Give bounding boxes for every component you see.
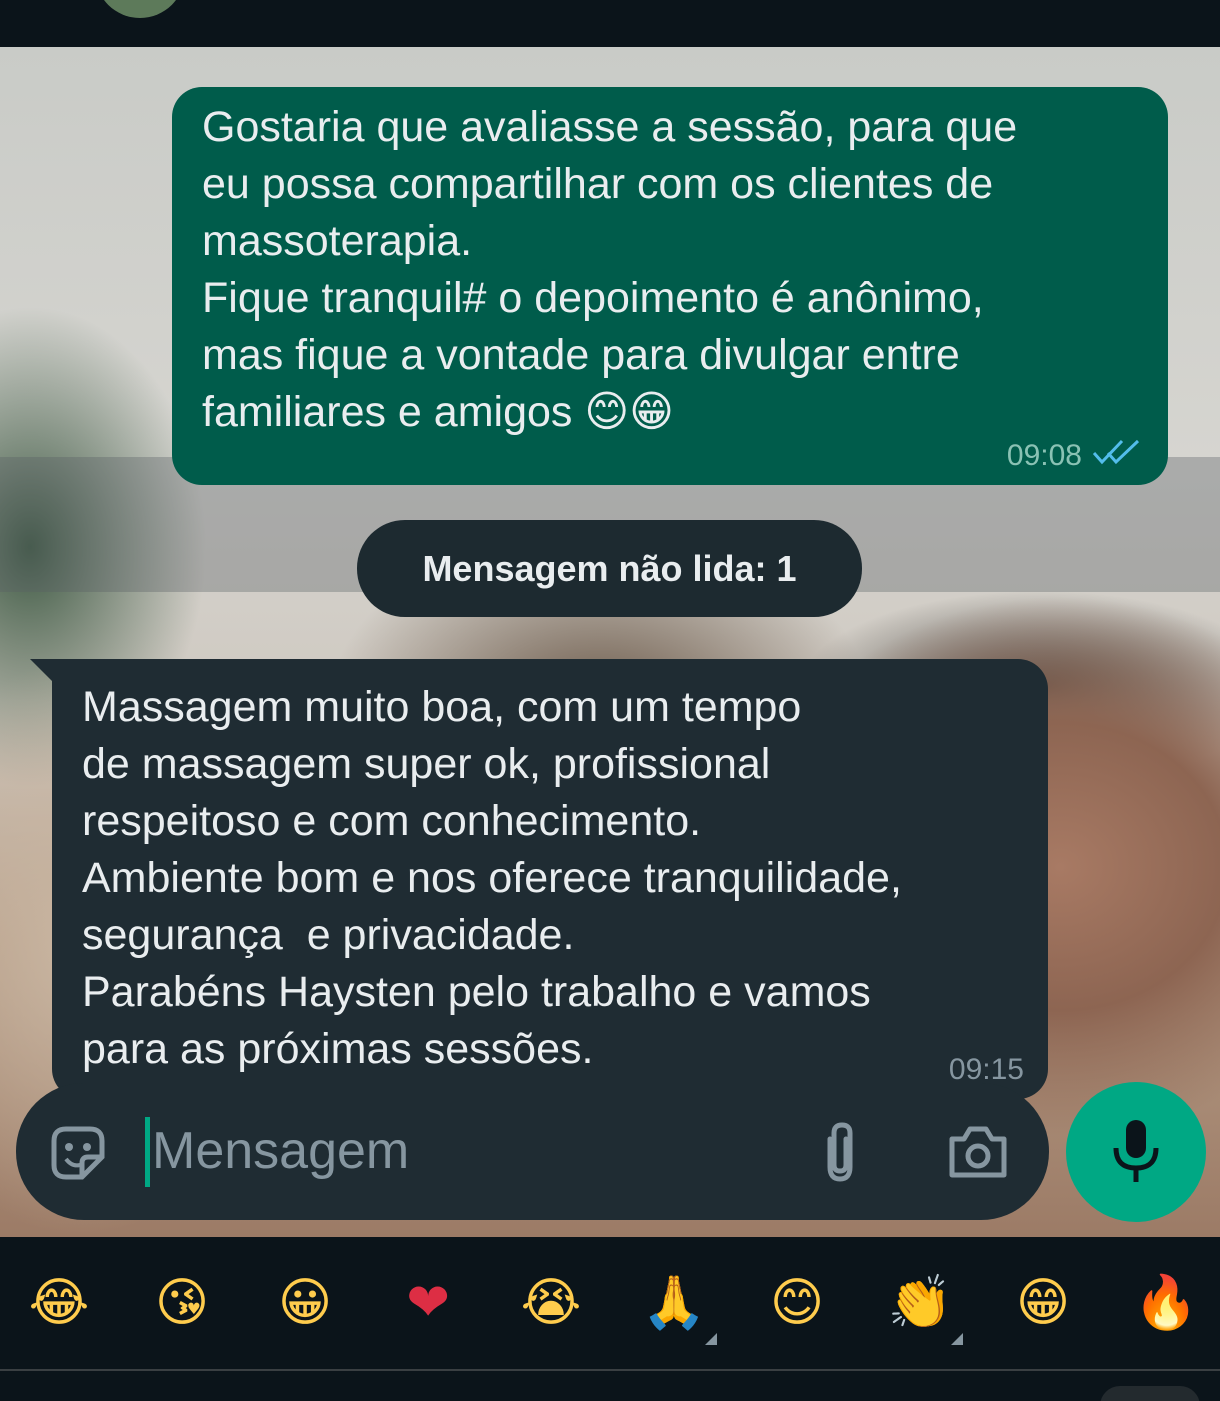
chat-wallpaper: Gostaria que avaliasse a sessão, para qu…	[0, 47, 1220, 1237]
incoming-message-text: Massagem muito boa, com um tempo de mass…	[82, 683, 902, 1073]
emoji-folded-hands[interactable]: 🙏	[633, 1265, 715, 1341]
outgoing-message-time: 09:08	[1006, 439, 1082, 472]
double-check-read-icon	[1092, 439, 1140, 465]
incoming-message-time: 09:15	[948, 1053, 1024, 1086]
emoji-blowing-kiss[interactable]: 😘	[141, 1265, 223, 1341]
emoji-grinning[interactable]: 😀	[264, 1265, 346, 1341]
text-cursor	[145, 1117, 150, 1187]
message-composer	[16, 1083, 1049, 1220]
emoji-smiling-eyes[interactable]: 😊	[756, 1265, 838, 1341]
keyboard-area	[0, 1371, 1220, 1401]
keyboard-key-partial[interactable]	[1100, 1386, 1200, 1401]
unread-messages-label: Mensagem não lida: 1	[422, 548, 797, 589]
outgoing-message-text: Gostaria que avaliasse a sessão, para qu…	[202, 103, 1018, 436]
paperclip-icon[interactable]	[816, 1121, 864, 1185]
voice-message-button[interactable]	[1066, 1082, 1206, 1222]
chat-header	[0, 0, 1220, 47]
emoji-tears-of-joy[interactable]: 😂	[18, 1265, 100, 1341]
emoji-clapping-hands[interactable]: 👏	[879, 1265, 961, 1341]
skin-tone-indicator	[705, 1333, 717, 1345]
message-input[interactable]	[152, 1111, 792, 1191]
bubble-tail	[30, 659, 54, 683]
outgoing-message-bubble[interactable]: Gostaria que avaliasse a sessão, para qu…	[172, 87, 1168, 485]
sticker-icon[interactable]	[46, 1121, 110, 1185]
unread-messages-divider: Mensagem não lida: 1	[357, 520, 862, 617]
microphone-icon	[1113, 1120, 1159, 1182]
emoji-beaming-grin[interactable]: 😁	[1002, 1265, 1084, 1341]
emoji-fire[interactable]: 🔥	[1125, 1265, 1207, 1341]
skin-tone-indicator	[951, 1333, 963, 1345]
emoji-suggestion-bar: 😂 😘 😀 ❤ 😭 🙏 😊 👏 😁 🔥	[0, 1237, 1220, 1369]
contact-avatar[interactable]	[95, 0, 185, 18]
incoming-message-bubble[interactable]: Massagem muito boa, com um tempo de mass…	[30, 659, 1048, 1099]
camera-icon[interactable]	[946, 1123, 1010, 1181]
emoji-red-heart[interactable]: ❤	[387, 1265, 469, 1341]
emoji-loudly-crying[interactable]: 😭	[510, 1265, 592, 1341]
